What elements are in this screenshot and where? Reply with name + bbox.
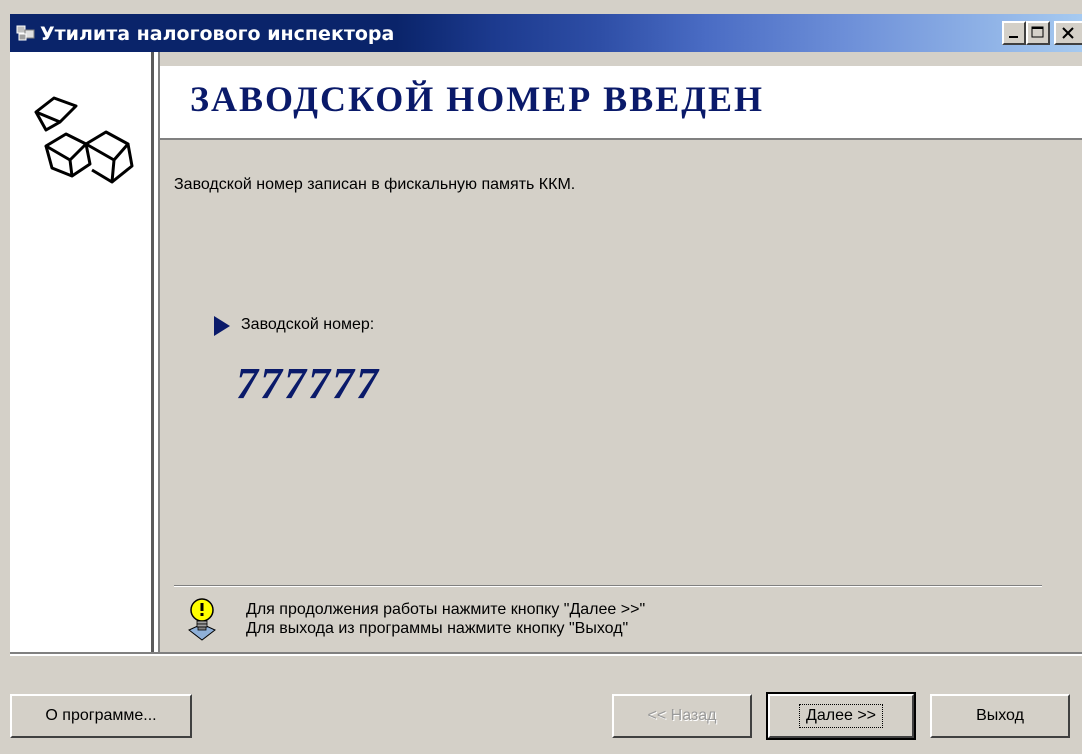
exit-button[interactable]: Выход <box>930 694 1070 738</box>
next-button-label: Далее >> <box>799 704 883 728</box>
header-divider <box>160 138 1082 140</box>
hint-line-next: Для продолжения работы нажмите кнопку "Д… <box>246 601 646 618</box>
panel-divider-shadow <box>158 52 160 652</box>
cubes-logo-icon <box>34 96 134 184</box>
serial-number-label: Заводской номер: <box>241 316 375 333</box>
title-bar[interactable]: Утилита налогового инспектора <box>10 14 1082 52</box>
about-button[interactable]: О программе... <box>10 694 192 738</box>
hint-divider-highlight <box>174 586 1042 587</box>
minimize-icon <box>1009 36 1018 38</box>
page-title: ЗАВОДСКОЙ НОМЕР ВВЕДЕН <box>190 79 764 119</box>
close-icon <box>1062 27 1074 39</box>
page-header: ЗАВОДСКОЙ НОМЕР ВВЕДЕН <box>160 66 1082 138</box>
window-title: Утилита налогового инспектора <box>40 23 395 45</box>
app-window: Утилита налогового инспектора ЗАВОДСКОЙ … <box>0 0 1082 754</box>
triangle-pointer-icon <box>214 316 230 336</box>
minimize-button[interactable] <box>1002 21 1026 45</box>
logo-panel <box>10 52 151 652</box>
maximize-icon <box>1031 26 1044 38</box>
info-text: Заводской номер записан в фискальную пам… <box>174 176 576 193</box>
next-button[interactable]: Далее >> <box>766 692 916 740</box>
footer-divider-highlight <box>10 654 1082 656</box>
back-button[interactable]: << Назад <box>612 694 752 738</box>
close-button[interactable] <box>1054 21 1082 45</box>
app-icon <box>16 25 35 41</box>
maximize-button[interactable] <box>1026 21 1050 45</box>
lightbulb-icon <box>188 598 216 641</box>
serial-number-value: 777777 <box>236 359 380 408</box>
hint-line-exit: Для выхода из программы нажмите кнопку "… <box>246 620 629 637</box>
